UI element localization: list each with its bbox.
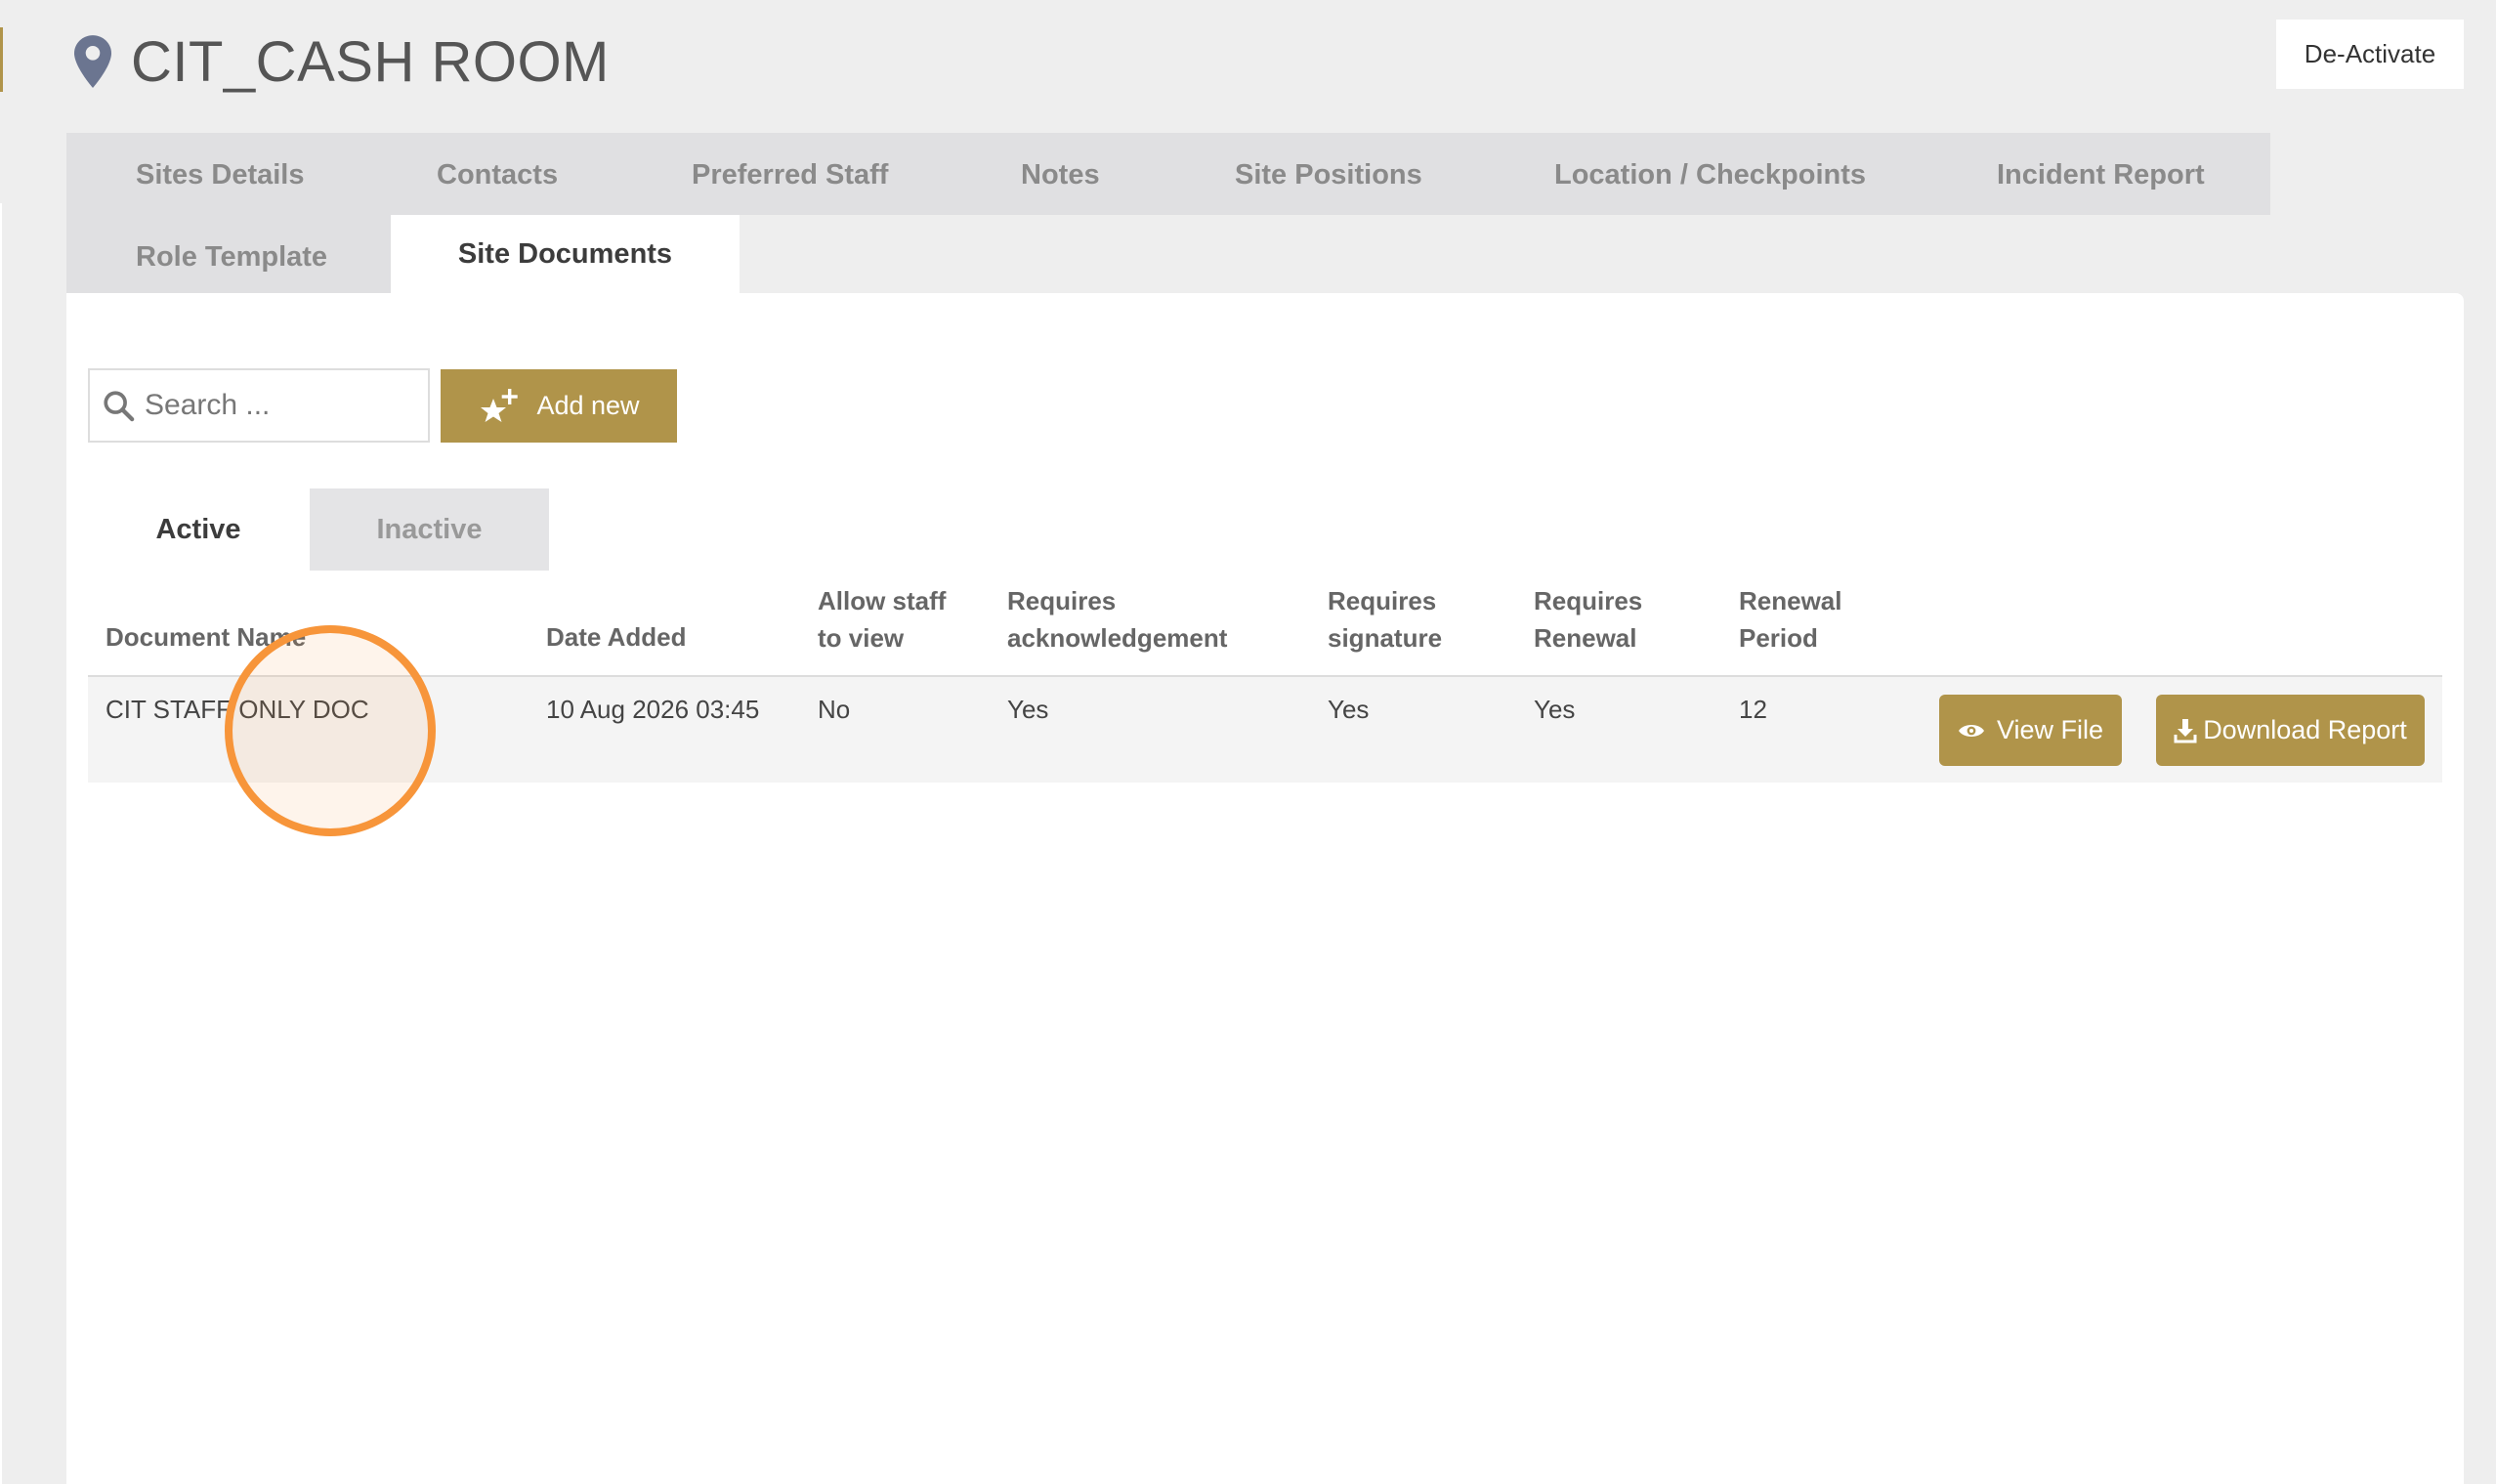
header-date-added[interactable]: Date Added	[546, 618, 687, 656]
content-panel	[66, 293, 2464, 1484]
click-indicator	[225, 625, 436, 836]
cell-date-added: 10 Aug 2026 03:45	[546, 695, 760, 724]
header-requires-renewal[interactable]: Requires Renewal	[1534, 582, 1642, 657]
tab-notes[interactable]: Notes	[1021, 159, 1100, 191]
tabs-bar	[66, 133, 2270, 215]
tab-contacts[interactable]: Contacts	[437, 159, 558, 191]
header-req-sig-line2: signature	[1328, 623, 1443, 653]
header-allow-staff[interactable]: Allow staff to view	[818, 582, 946, 657]
header-requires-signature[interactable]: Requires signature	[1328, 582, 1442, 657]
download-report-label: Download Report	[2203, 715, 2407, 744]
add-new-button[interactable]: Add new	[441, 369, 677, 443]
page-header: CIT_CASH ROOM	[74, 27, 610, 96]
header-renewal-line1: Renewal	[1739, 586, 1842, 615]
page-title: CIT_CASH ROOM	[131, 29, 610, 94]
header-renewal-period[interactable]: Renewal Period	[1739, 582, 1842, 657]
add-new-label: Add new	[536, 391, 640, 420]
tab-incident-report[interactable]: Incident Report	[1997, 159, 2205, 191]
header-renewal-line2: Period	[1739, 623, 1818, 653]
search-icon	[104, 391, 135, 422]
download-icon	[2174, 718, 2197, 742]
star-plus-icon	[481, 388, 519, 422]
search-box[interactable]	[88, 368, 430, 443]
tab-preferred-staff[interactable]: Preferred Staff	[692, 159, 888, 191]
header-allow-staff-line1: Allow staff	[818, 586, 947, 615]
tab-site-documents[interactable]: Site Documents	[391, 215, 740, 294]
view-file-button[interactable]: View File	[1939, 695, 2122, 766]
header-req-renew-line1: Requires	[1534, 586, 1643, 615]
cell-requires-signature: Yes	[1328, 695, 1370, 724]
tab-sites-details[interactable]: Sites Details	[136, 159, 304, 191]
status-tab-inactive[interactable]: Inactive	[310, 488, 549, 571]
header-req-sig-line1: Requires	[1328, 586, 1437, 615]
cell-renewal-period: 12	[1739, 695, 1767, 724]
eye-icon	[1958, 724, 1984, 737]
view-file-label: View File	[1996, 715, 2104, 744]
tab-location-checkpoints[interactable]: Location / Checkpoints	[1554, 159, 1866, 191]
header-req-renew-line2: Renewal	[1534, 623, 1637, 653]
header-requires-acknowledgement[interactable]: Requires acknowledgement	[1007, 582, 1227, 657]
tab-site-positions[interactable]: Site Positions	[1235, 159, 1422, 191]
header-req-ack-line2: acknowledgement	[1007, 623, 1228, 653]
location-pin-icon	[74, 35, 111, 88]
status-tab-active[interactable]: Active	[94, 488, 303, 571]
search-input[interactable]	[145, 389, 418, 422]
deactivate-button[interactable]: De-Activate	[2276, 20, 2464, 89]
left-accent-bar	[0, 27, 3, 92]
header-req-ack-line1: Requires	[1007, 586, 1117, 615]
download-report-button[interactable]: Download Report	[2156, 695, 2425, 766]
tab-role-template[interactable]: Role Template	[136, 241, 327, 274]
cell-requires-acknowledgement: Yes	[1007, 695, 1049, 724]
cell-allow-staff: No	[818, 695, 851, 724]
cell-requires-renewal: Yes	[1534, 695, 1576, 724]
left-border-line	[0, 203, 2, 1484]
header-allow-staff-line2: to view	[818, 623, 905, 653]
